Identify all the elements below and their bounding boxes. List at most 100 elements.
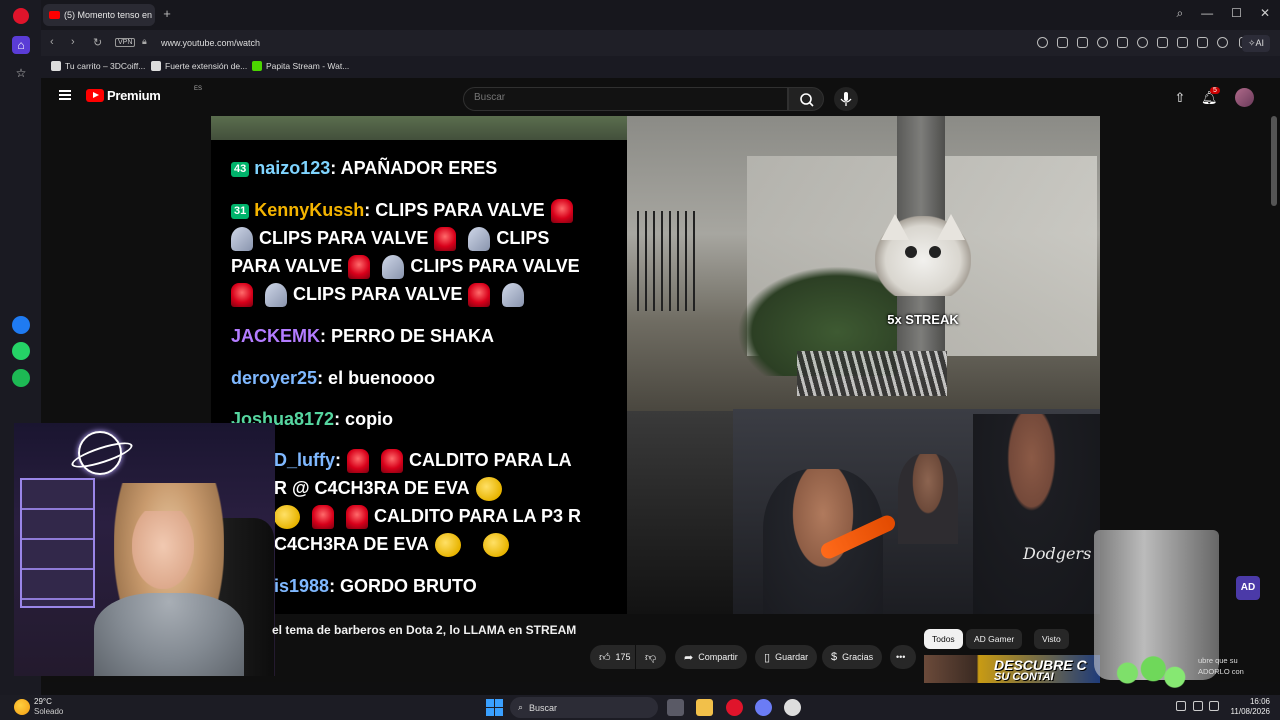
siren-emote-icon: [312, 505, 334, 530]
thumbs-up-icon: 👍︎: [599, 651, 611, 664]
tab-title: (5) Momento tenso en: [64, 10, 153, 20]
vpn-badge[interactable]: VPN: [115, 38, 136, 47]
clock-time[interactable]: 16:06: [1250, 697, 1270, 706]
streak-label: 5x STREAK: [887, 312, 959, 327]
camera-icon[interactable]: [1077, 37, 1088, 48]
chip-ad-gamer[interactable]: AD Gamer: [966, 629, 1023, 649]
whatsapp-icon[interactable]: [12, 342, 30, 360]
siren-emote-icon: [381, 449, 404, 474]
logo-region: ES: [194, 86, 203, 92]
task-view-icon[interactable]: [667, 699, 684, 716]
recommendation-thumbnail[interactable]: DESCUBRE C SU CONTAI: [924, 655, 1100, 683]
clock-date[interactable]: 11/08/2026: [1231, 707, 1270, 716]
avatar[interactable]: [1235, 88, 1254, 107]
chat-message-cont: PARA VALVE CLIPS PARA VALVE: [231, 252, 580, 280]
video-street-scene: [627, 116, 1100, 411]
weather-sun-icon[interactable]: [14, 699, 30, 715]
start-button[interactable]: [486, 699, 503, 716]
tab-youtube[interactable]: (5) Momento tenso en: [43, 4, 155, 26]
spotify-icon[interactable]: [12, 369, 30, 387]
ai-label: AI: [1255, 38, 1264, 48]
translate-icon[interactable]: [1057, 37, 1068, 48]
bookmark-favicon-icon: [51, 61, 61, 71]
forward-icon[interactable]: ›: [71, 36, 75, 48]
more-actions-button[interactable]: •••: [890, 645, 916, 669]
chip-todos[interactable]: Todos: [924, 629, 963, 649]
reload-icon[interactable]: ↻: [93, 36, 102, 49]
file-explorer-icon[interactable]: [696, 699, 713, 716]
like-button[interactable]: 👍︎ 175: [590, 645, 635, 669]
download-icon[interactable]: [1177, 37, 1188, 48]
window-controls: ⌕ — ☐ ✕: [1176, 6, 1270, 21]
thanks-label: Gracias: [842, 652, 874, 662]
chat-username: deroyer25: [231, 368, 318, 388]
bookmark-item[interactable]: Papita Stream - Wat...: [252, 61, 349, 71]
close-icon[interactable]: ✕: [1260, 6, 1270, 21]
bookmarks-bar: Tu carrito – 3DCoiff... Fuerte extensión…: [41, 56, 1280, 78]
save-button[interactable]: ▯ Guardar: [755, 645, 818, 669]
video-player[interactable]: 43 naizo123: APAÑADOR ERES 31 KennyKussh: …: [211, 116, 1100, 614]
thumbnail-text: SU CONTAI: [994, 671, 1054, 683]
sub-badge: 31: [231, 203, 250, 219]
profile-icon[interactable]: [1217, 37, 1228, 48]
url-text[interactable]: www.youtube.com/watch: [161, 38, 260, 48]
taskbar-search[interactable]: ⌕ Buscar: [510, 697, 658, 718]
voice-search-button[interactable]: [834, 87, 858, 111]
weather-description[interactable]: Soleado: [34, 707, 63, 716]
hamburger-menu-icon[interactable]: [59, 90, 71, 100]
chat-message: is1988: GORDO BRUTO: [274, 572, 477, 600]
bookmark-icon: ▯: [764, 651, 771, 664]
menu-icon[interactable]: [1197, 37, 1208, 48]
jersey-text: Dodgers: [1023, 544, 1092, 563]
share-button[interactable]: ➦ Compartir: [675, 645, 747, 669]
volume-icon[interactable]: [1209, 701, 1219, 711]
chat-message-cont: R @ C4CH3RA DE EVA: [274, 474, 508, 502]
upload-icon[interactable]: ⇧: [1172, 90, 1188, 106]
search-icon: ⌕: [518, 702, 524, 712]
search-box[interactable]: [463, 87, 788, 111]
search-page-icon[interactable]: [1037, 37, 1048, 48]
chip-visto[interactable]: Visto: [1034, 629, 1069, 649]
chat-message-cont: C4CH3RA DE EVA: [274, 530, 515, 558]
dislike-button[interactable]: 👎︎: [636, 645, 666, 669]
cat-eye: [905, 246, 917, 258]
aria-ai-button[interactable]: ✧AI: [1241, 35, 1270, 52]
search-tabs-icon[interactable]: ⌕: [1176, 6, 1183, 21]
home-icon[interactable]: ⌂: [12, 36, 30, 54]
bookmark-item[interactable]: Tu carrito – 3DCoiff...: [51, 61, 145, 71]
chat-username: KennyKussh: [254, 200, 365, 220]
minimize-icon[interactable]: —: [1201, 6, 1213, 21]
back-icon[interactable]: ‹: [50, 36, 54, 48]
chat-username: is1988: [274, 576, 330, 596]
siren-emote-icon: [434, 227, 457, 252]
channel-badge[interactable]: AD: [1236, 576, 1260, 600]
heart-icon[interactable]: [1157, 37, 1168, 48]
opera-logo-icon[interactable]: [13, 8, 29, 24]
star-icon[interactable]: ☆: [12, 64, 30, 82]
search-input[interactable]: [474, 92, 774, 103]
tray-chevron-icon[interactable]: [1176, 701, 1186, 711]
app-icon[interactable]: [784, 699, 801, 716]
search-button[interactable]: [788, 87, 824, 111]
weather-temperature[interactable]: 29°C: [34, 697, 52, 706]
thanks-button[interactable]: $ Gracias: [822, 645, 883, 669]
messenger-icon[interactable]: [12, 316, 30, 334]
siren-emote-icon: [348, 255, 371, 280]
page-scrollbar[interactable]: [1271, 116, 1277, 206]
recommendation-title[interactable]: ubre que su ADORLO con: [1198, 655, 1244, 677]
player-icon[interactable]: [1117, 37, 1128, 48]
siren-emote-icon: [347, 449, 370, 474]
flow-icon[interactable]: [1137, 37, 1148, 48]
network-icon[interactable]: [1193, 701, 1203, 711]
recommendation-title-line: ubre que su: [1198, 656, 1238, 665]
opera-taskbar-icon[interactable]: [726, 699, 743, 716]
youtube-premium-logo[interactable]: Premium ES: [86, 86, 202, 103]
chat-text: : GORDO BRUTO: [329, 576, 477, 596]
chat-text: CALDITO PARA LA P3 R: [374, 506, 582, 526]
discord-icon[interactable]: [755, 699, 772, 716]
bookmark-item[interactable]: Fuerte extensión de...: [151, 61, 247, 71]
adblock-icon[interactable]: [1097, 37, 1108, 48]
maximize-icon[interactable]: ☐: [1231, 6, 1242, 21]
cat-emote-overlay: [875, 214, 971, 296]
new-tab-button[interactable]: +: [159, 6, 175, 22]
